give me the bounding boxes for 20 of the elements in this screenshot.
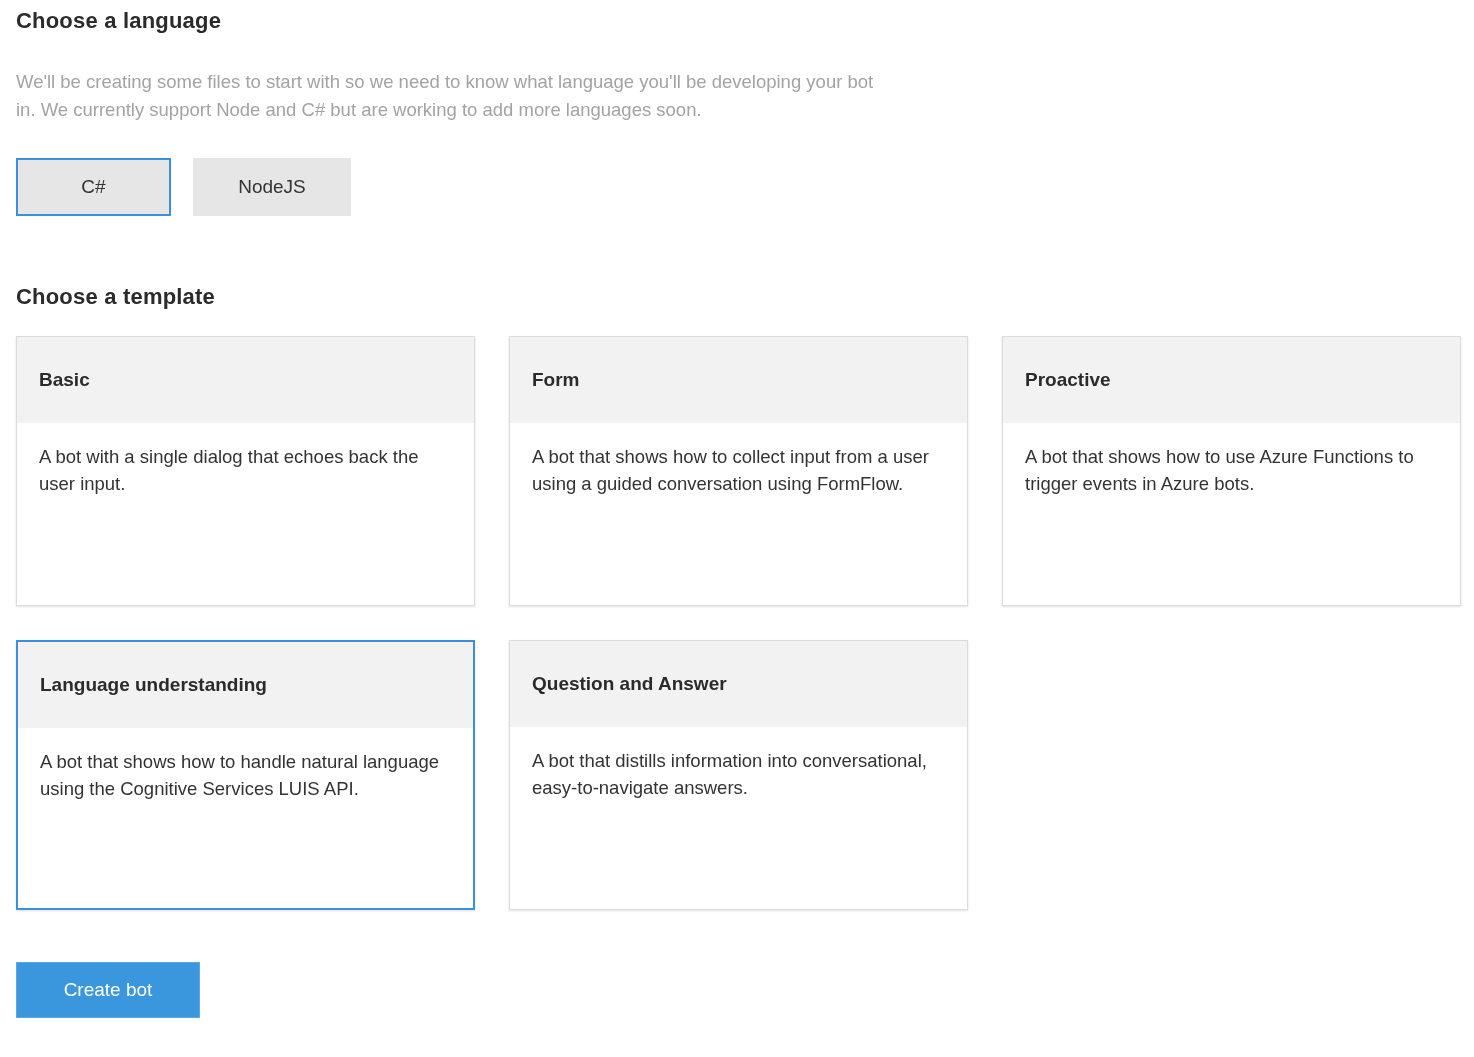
card-description: A bot with a single dialog that echoes back the user input. (38, 445, 420, 496)
template-card[interactable]: Form A bot that shows how to collect input from a user using a guided conversation using FormFlow. (509, 336, 968, 606)
language-button[interactable]: C# (16, 158, 171, 216)
language-button[interactable]: NodeJS (193, 158, 351, 216)
template-card[interactable]: Basic A bot with a single dialog that echoes back the user input. (16, 336, 475, 606)
template-card[interactable]: Proactive A bot that shows how to use Azure Functions to trigger events in Azure bots. (1002, 336, 1461, 606)
card-title: Basic (17, 337, 474, 423)
template-card[interactable]: Question and Answer A bot that distills information into conversational, easy-to-navigate answers. (509, 640, 968, 910)
card-description: A bot that shows how to use Azure Functions to trigger events in Azure bots. (1024, 445, 1415, 496)
description-text: We'll be creating some files to start with so we need to know what language you'll be developing your bot in. We currently support Node and C# but are working to add more languages soon. (16, 70, 875, 122)
card-title: Question and Answer (510, 641, 967, 727)
card-description: A bot that shows how to handle natural language using the Cognitive Services LUIS API. (39, 750, 441, 801)
template-card[interactable]: Language understanding A bot that shows how to handle natural language using the Cognitive Services LUIS API. (16, 640, 475, 910)
card-title: Form (510, 337, 967, 423)
section-title: Choose a template (16, 284, 216, 310)
section-title: Choose a language (16, 8, 223, 34)
card-title: Proactive (1003, 337, 1460, 423)
card-title: Language understanding (18, 642, 473, 728)
card-description: A bot that distills information into conversational, easy-to-navigate answers. (531, 749, 928, 800)
card-description: A bot that shows how to collect input from a user using a guided conversation using FormFlow. (531, 445, 930, 496)
